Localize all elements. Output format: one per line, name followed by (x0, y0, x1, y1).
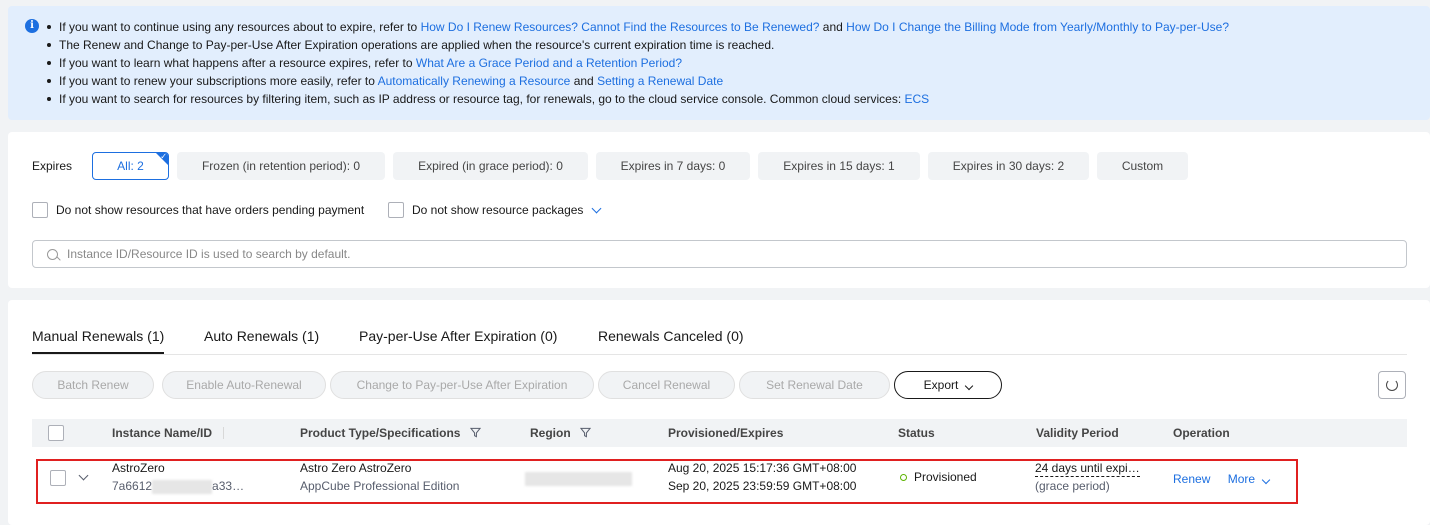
instance-id: 7a6612 a33… (112, 479, 245, 494)
tab-pay-per-use-after-expiration[interactable]: Pay-per-Use After Expiration (0) (359, 328, 557, 344)
chip-frozen[interactable]: Frozen (in retention period): 0 (177, 152, 385, 180)
grace-period-link[interactable]: What Are a Grace Period and a Retention … (416, 56, 682, 70)
product-spec: AppCube Professional Edition (300, 479, 460, 493)
chip-all[interactable]: All: 2 ✓ (92, 152, 169, 180)
check-icon: ✓ (160, 152, 167, 161)
instance-name: AstroZero (112, 461, 165, 475)
info-notice: i If you want to continue using any reso… (8, 6, 1430, 120)
instance-cell: AstroZero 7a6612 a33… (112, 459, 244, 495)
validity-text[interactable]: 24 days until expi… (1035, 461, 1140, 477)
filter-panel: Expires All: 2 ✓ Frozen (in retention pe… (8, 132, 1430, 288)
pending-payment-filter: Do not show resources that have orders p… (32, 202, 364, 218)
validity-cell: 24 days until expi… (grace period) (1035, 459, 1140, 495)
status-cell: Provisioned (900, 468, 977, 486)
more-dropdown[interactable]: More (1228, 472, 1271, 486)
tab-manual-renewals[interactable]: Manual Renewals (1) (32, 328, 165, 354)
refresh-icon (1386, 379, 1398, 391)
header-instance: Instance Name/ID (112, 419, 225, 447)
chevron-down-icon[interactable] (78, 470, 89, 481)
renew-link[interactable]: Renew (1173, 472, 1210, 486)
table-row: AstroZero 7a6612 a33… Astro Zero AstroZer… (36, 459, 1298, 504)
notice-item: If you want to learn what happens after … (45, 54, 1229, 72)
chip-expires-15-days[interactable]: Expires in 15 days: 1 (758, 152, 920, 180)
renewal-list-panel: Manual Renewals (1) Auto Renewals (1) Pa… (8, 300, 1430, 525)
search-icon (47, 248, 58, 260)
header-product: Product Type/Specifications (300, 419, 481, 447)
chip-expires-7-days[interactable]: Expires in 7 days: 0 (596, 152, 750, 180)
notice-list: If you want to continue using any resour… (45, 18, 1229, 108)
select-all-checkbox[interactable] (48, 425, 64, 441)
resource-packages-label: Do not show resource packages (412, 203, 584, 217)
chip-expires-30-days[interactable]: Expires in 30 days: 2 (928, 152, 1089, 180)
filter-icon[interactable] (580, 427, 592, 438)
search-box (32, 240, 1407, 268)
redacted-block (525, 471, 632, 486)
set-renewal-date-button[interactable]: Set Renewal Date (739, 371, 890, 399)
product-type: Astro Zero AstroZero (300, 461, 412, 475)
redacted-block (152, 479, 213, 494)
renew-resources-link[interactable]: How Do I Renew Resources? Cannot Find th… (421, 20, 820, 34)
tab-bar: Manual Renewals (1) Auto Renewals (1) Pa… (32, 300, 1407, 355)
header-operation: Operation (1173, 426, 1230, 440)
expires-time: Sep 20, 2025 23:59:59 GMT+08:00 (668, 479, 857, 493)
filter-icon[interactable] (469, 427, 481, 438)
resource-packages-checkbox[interactable] (388, 202, 404, 218)
renewal-date-link[interactable]: Setting a Renewal Date (597, 74, 723, 88)
header-status: Status (898, 426, 935, 440)
header-region: Region (530, 419, 592, 447)
status-text: Provisioned (914, 470, 977, 484)
export-button[interactable]: Export (894, 371, 1002, 399)
refresh-button[interactable] (1378, 371, 1406, 399)
notice-item: If you want to continue using any resour… (45, 18, 1229, 36)
resource-packages-filter: Do not show resource packages (388, 202, 602, 218)
chip-expired[interactable]: Expired (in grace period): 0 (393, 152, 588, 180)
header-provisioned-expires: Provisioned/Expires (668, 426, 784, 440)
operation-cell: Renew More (1173, 470, 1271, 488)
pending-payment-checkbox[interactable] (32, 202, 48, 218)
cancel-renewal-button[interactable]: Cancel Renewal (598, 371, 735, 399)
search-input[interactable] (67, 247, 1367, 261)
auto-renewing-link[interactable]: Automatically Renewing a Resource (378, 74, 571, 88)
chevron-down-icon[interactable] (591, 203, 602, 213)
ecs-link[interactable]: ECS (905, 92, 930, 106)
enable-auto-renewal-button[interactable]: Enable Auto-Renewal (162, 371, 326, 399)
table-header: Instance Name/ID Product Type/Specificat… (32, 419, 1407, 447)
header-validity: Validity Period (1036, 426, 1119, 440)
tab-auto-renewals[interactable]: Auto Renewals (1) (204, 328, 319, 344)
provisioned-expires-cell: Aug 20, 2025 15:17:36 GMT+08:00 Sep 20, … (668, 459, 856, 495)
change-to-pay-per-use-button[interactable]: Change to Pay-per-Use After Expiration (330, 371, 594, 399)
expires-label: Expires (32, 159, 73, 173)
notice-item: The Renew and Change to Pay-per-Use Afte… (45, 36, 1229, 54)
row-checkbox[interactable] (50, 470, 66, 486)
notice-item: If you want to search for resources by f… (45, 90, 1229, 108)
chip-custom[interactable]: Custom (1097, 152, 1188, 180)
tab-renewals-canceled[interactable]: Renewals Canceled (0) (598, 328, 744, 344)
info-icon: i (25, 19, 39, 33)
status-dot-icon (900, 474, 907, 481)
pending-payment-label: Do not show resources that have orders p… (56, 203, 365, 217)
change-billing-mode-link[interactable]: How Do I Change the Billing Mode from Ye… (846, 20, 1229, 34)
chevron-down-icon (1261, 475, 1271, 485)
notice-item: If you want to renew your subscriptions … (45, 72, 1229, 90)
batch-renew-button[interactable]: Batch Renew (32, 371, 154, 399)
product-cell: Astro Zero AstroZero AppCube Professiona… (300, 459, 459, 495)
provisioned-time: Aug 20, 2025 15:17:36 GMT+08:00 (668, 461, 857, 475)
region-cell (525, 469, 632, 487)
validity-note: (grace period) (1035, 479, 1110, 493)
chevron-down-icon (965, 381, 974, 391)
